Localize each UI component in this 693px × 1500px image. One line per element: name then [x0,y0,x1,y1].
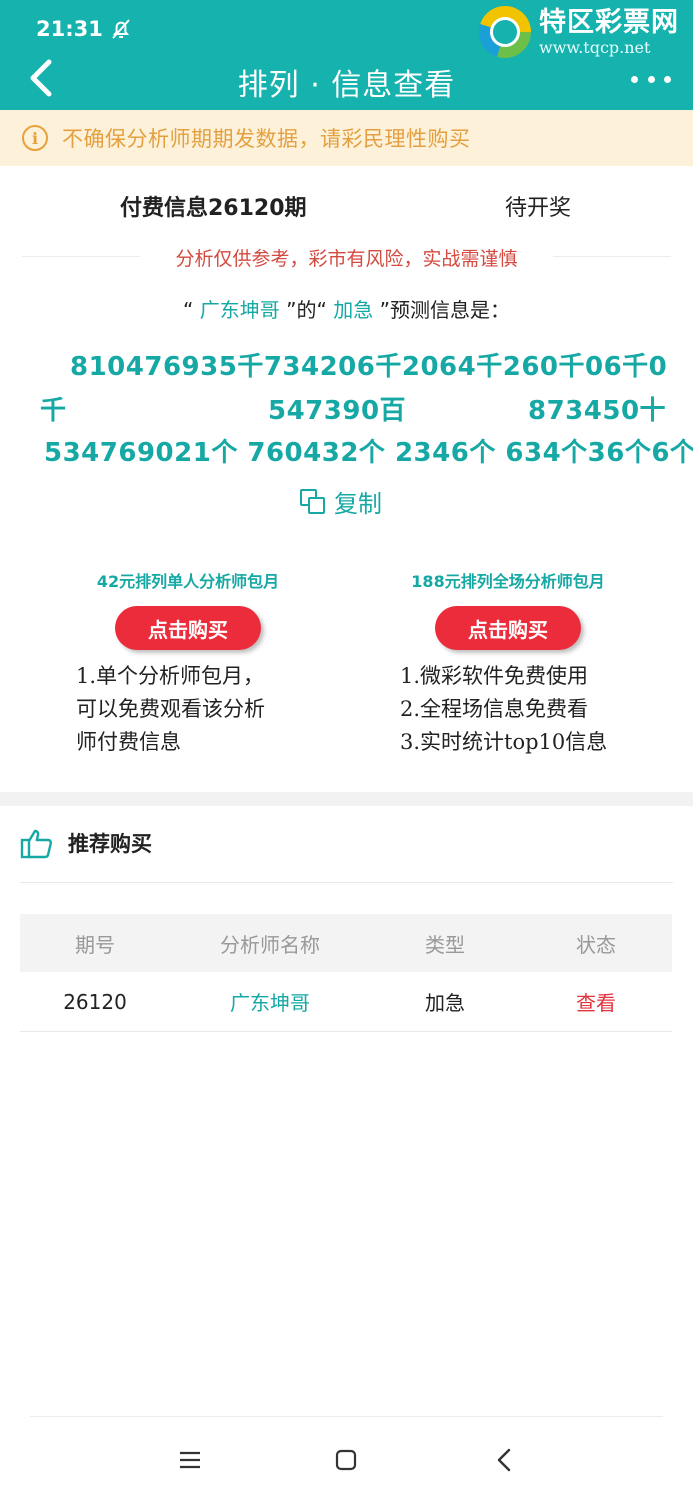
plan-single-desc: 1.单个分析师包月， 可以免费观看该分析 师付费信息 [38,660,338,759]
plan-all-buy-button[interactable]: 点击购买 [435,606,581,650]
prediction-type: 加急 [333,298,374,322]
recommend-header: 推荐购买 [20,826,152,860]
plan-single-desc-line: 1.单个分析师包月， [76,664,265,688]
watermark-title: 特区彩票网 [539,6,679,38]
col-header-analyst: 分析师名称 [220,932,320,957]
table-row[interactable]: 26120 广东坤哥 加急 查看 [20,972,672,1032]
analyst-name: 广东坤哥 [199,298,280,322]
view-link[interactable]: 查看 [520,987,672,1016]
issue-row: 付费信息26120期 待开奖 [0,186,693,226]
info-icon: i [22,125,48,151]
bell-off-icon [112,19,130,39]
issue-title: 付费信息26120期 [120,196,307,221]
plan-all-desc: 1.微彩软件免费使用 2.全程场信息免费看 3.实时统计top10信息 [358,660,658,759]
menu-icon [180,1451,200,1469]
prediction-line-1: 810476935千734206千2064千260千06千0 [70,352,668,382]
quote-open: “ [183,298,194,322]
prediction-line-3: 534769021个 760432个 2346个 634个36个6个 [44,438,693,468]
menu-button[interactable] [172,1442,208,1478]
prediction-line-2b: 547390百 [268,396,407,426]
copy-label: 复制 [334,490,382,518]
plan-single-title: 42元排列单人分析师包月 [96,572,280,591]
col-header-type: 类型 [425,932,465,957]
thumbs-up-icon [20,829,53,859]
watermark-url: www.tqcp.net [539,37,651,57]
more-button[interactable] [631,64,671,94]
more-dots-icon [631,75,638,83]
system-nav-bar [0,1430,693,1486]
plan-all-title: 188元排列全场分析师包月 [411,572,605,591]
plan-all-desc-line: 2.全程场信息免费看 [400,697,589,721]
notice-text: 不确保分析师期期发数据，请彩民理性购买 [62,127,471,151]
plan-single-desc-line: 可以免费观看该分析 [76,697,265,721]
plan-single: 42元排列单人分析师包月 点击购买 1.单个分析师包月， 可以免费观看该分析 师… [38,568,338,759]
plan-single-buy-button[interactable]: 点击购买 [115,606,261,650]
copy-button[interactable]: 复制 [300,484,382,519]
system-back-button[interactable] [486,1442,522,1478]
status-bar-time: 21:31 [36,17,133,41]
col-header-status: 状态 [576,932,616,957]
watermark-logo: 特区彩票网 www.tqcp.net [479,6,679,58]
cell-analyst-link[interactable]: 广东坤哥 [170,987,370,1016]
plan-all-desc-line: 1.微彩软件免费使用 [400,664,589,688]
cell-type: 加急 [425,991,465,1015]
plan-single-desc-line: 师付费信息 [76,730,181,754]
prediction-line-2a: 千 [40,396,67,426]
section-separator [0,792,693,806]
system-nav-divider [30,1416,663,1417]
risk-warning: 分析仅供参考，彩市有风险，实战需谨慎 [175,248,518,270]
plan-all: 188元排列全场分析师包月 点击购买 1.微彩软件免费使用 2.全程场信息免费看… [358,568,658,759]
prediction-intro: “ 广东坤哥 ”的“ 加急 ”预测信息是： [0,294,693,323]
plan-all-desc-line: 3.实时统计top10信息 [400,730,608,754]
recommend-title: 推荐购买 [68,832,152,856]
notice-banner: i 不确保分析师期期发数据，请彩民理性购买 [0,110,693,166]
col-header-issue: 期号 [75,932,115,957]
copy-icon [300,488,326,515]
watermark-logo-icon [479,6,531,58]
quote-mid: ”的“ [286,298,327,322]
status-time-text: 21:31 [36,17,103,41]
issue-status: 待开奖 [505,196,572,221]
table-header: 期号 分析师名称 类型 状态 [20,914,672,972]
prediction-line-2c: 873450十 [528,396,667,426]
cell-issue: 26120 [63,989,127,1014]
recommend-table: 期号 分析师名称 类型 状态 26120 广东坤哥 加急 查看 [20,914,672,1032]
home-button[interactable] [328,1442,364,1478]
page-title: 排列 · 信息查看 [237,68,456,103]
recommend-divider [20,882,673,883]
home-square-icon [335,1449,357,1471]
back-chevron-icon [497,1448,511,1472]
intro-suffix: ”预测信息是： [379,298,510,322]
top-bar: 21:31 特区彩票网 www.tqcp.net 排列 · 信息查看 [0,0,693,110]
